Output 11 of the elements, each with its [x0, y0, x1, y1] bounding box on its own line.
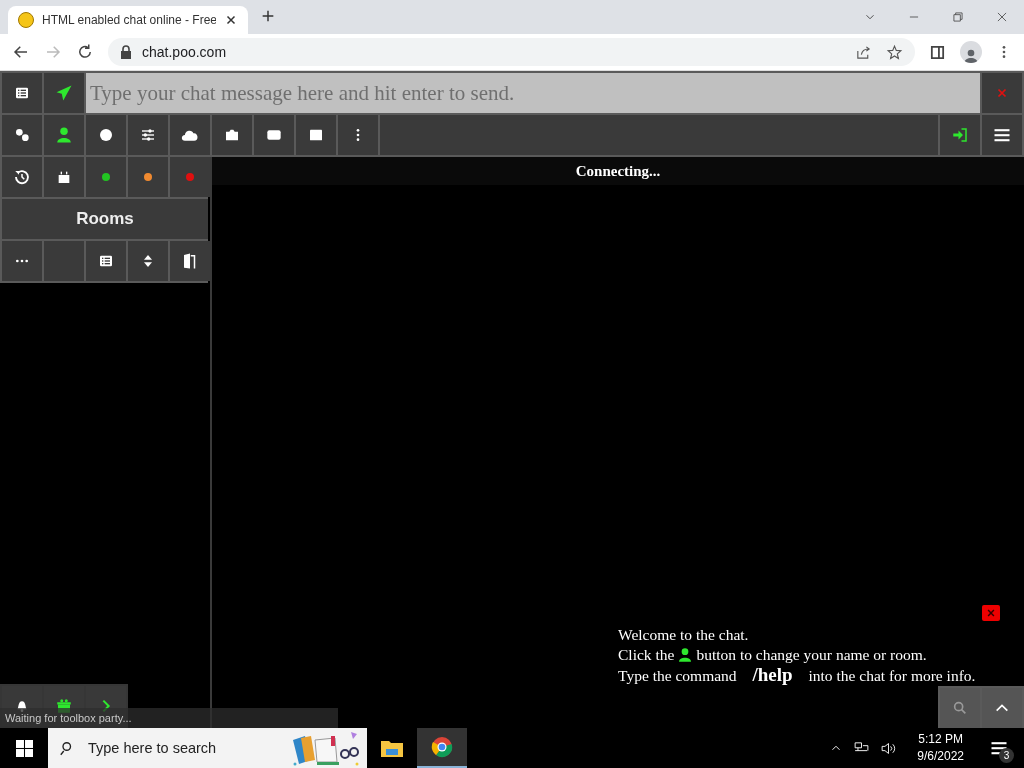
notification-count: 3: [999, 748, 1014, 763]
clock-date: 9/6/2022: [917, 748, 964, 765]
clock-time: 5:12 PM: [918, 731, 963, 748]
message-text: Click the: [618, 645, 675, 665]
search-placeholder: Type here to search: [88, 740, 217, 756]
url-text: chat.poo.com: [142, 44, 227, 60]
message-text: Welcome to the chat.: [618, 625, 750, 645]
status-tooltip: Waiting for toolbox party...: [0, 708, 338, 728]
message-text: Type the command /help into the chat for more info.: [618, 665, 976, 686]
connection-status: Connecting...: [212, 157, 1024, 185]
message-text: button to change your name or room.: [696, 645, 927, 665]
